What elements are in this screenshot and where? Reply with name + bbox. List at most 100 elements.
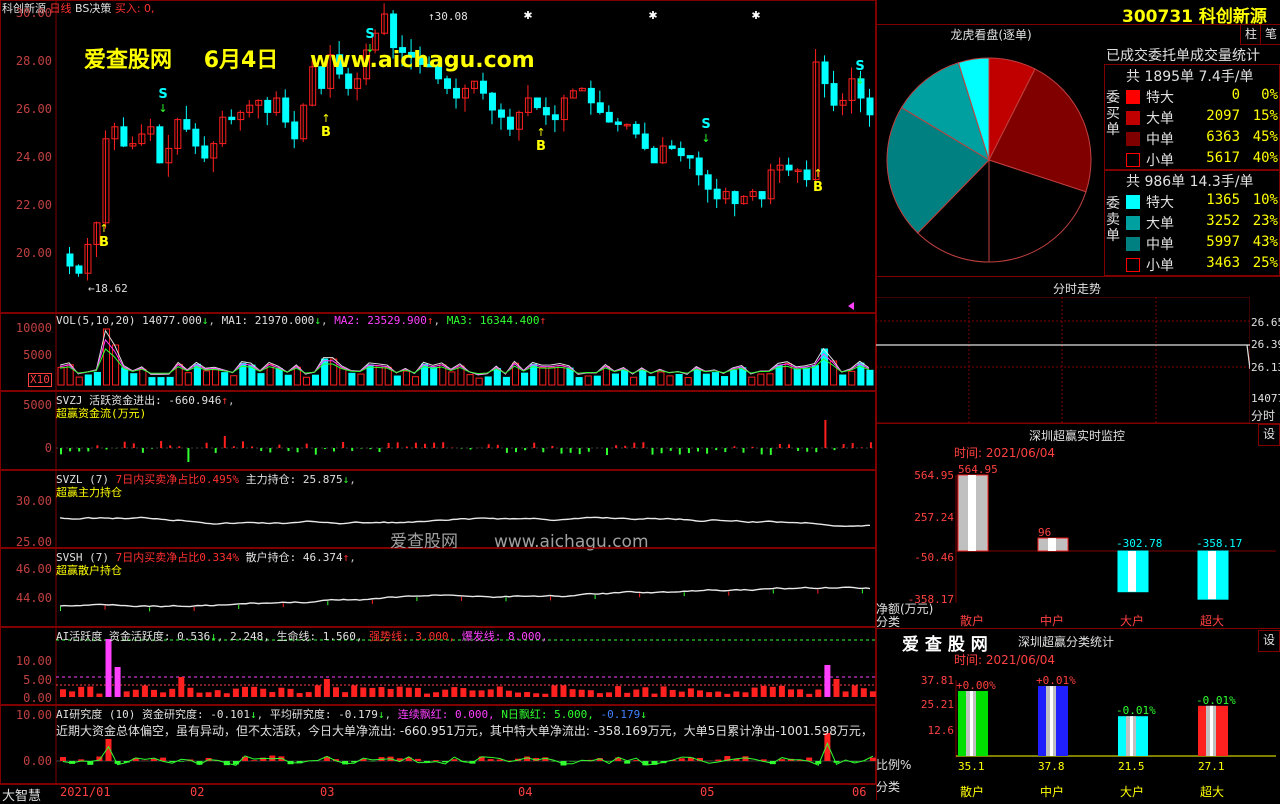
- svzj-bar: [633, 443, 635, 448]
- buy-arrow: ↑: [536, 126, 545, 139]
- buy-row: 中单 6363 45%: [1120, 128, 1280, 149]
- buy-signal: B: [813, 180, 823, 195]
- stat-bar-value: 21.5: [1118, 760, 1145, 773]
- stat-bar-delta: +0.00%: [956, 679, 996, 692]
- air-bar: [679, 758, 685, 761]
- aia-bar: [624, 693, 630, 697]
- aia-bar: [770, 687, 776, 697]
- aia-bar: [542, 694, 548, 697]
- buy-arrow: ↑: [813, 167, 822, 180]
- legend-name: 中单: [1146, 129, 1174, 149]
- svzj-bar: [506, 448, 508, 453]
- monitor-chart: 564.95257.24-50.46-358.17564.95散户96中户-30…: [876, 455, 1280, 628]
- svzj-bar: [515, 448, 517, 452]
- period-label[interactable]: 日线: [50, 2, 72, 15]
- legend-name: 小单: [1146, 150, 1174, 170]
- volume-bar: [467, 375, 473, 385]
- count-mode-button[interactable]: 笔: [1260, 24, 1280, 45]
- volume-bar: [712, 373, 718, 385]
- aia-bar: [606, 692, 612, 697]
- volume-bar: [794, 369, 800, 385]
- indicator-tick: [773, 590, 774, 594]
- legend-pct: 0%: [1240, 87, 1278, 103]
- svzj-bar: [706, 448, 708, 454]
- svzj-bar: [615, 445, 617, 448]
- buy-row: 大单 2097 15%: [1120, 107, 1280, 128]
- candle-body: [292, 122, 298, 139]
- candle-body: [606, 112, 612, 122]
- volume-bar: [358, 374, 364, 385]
- svzj-bar: [588, 448, 590, 452]
- svzj-bar: [87, 448, 89, 451]
- svzj-bar: [215, 448, 217, 453]
- volume-bar: [485, 377, 491, 385]
- stat-bar-name: 散户: [960, 784, 984, 799]
- svzj-bar: [661, 448, 663, 453]
- volume-bar: [585, 376, 591, 385]
- strategy-label: BS决策: [75, 2, 111, 15]
- aia-bar: [415, 688, 421, 697]
- legend-swatch: [1126, 237, 1140, 251]
- star-marker: ✱: [648, 9, 657, 22]
- aia-bar: [224, 693, 230, 697]
- aia-bar: [661, 686, 667, 697]
- volume-bar: [85, 375, 91, 385]
- svzj-bar: [551, 446, 553, 448]
- indicator-line: [60, 587, 870, 607]
- aia-bar: [470, 690, 476, 697]
- ai-active-legend: AI活跃度 资金活跃度: 0.536↓, 2.248, 生命线: 1.560, …: [56, 628, 548, 644]
- aia-bar: [670, 690, 676, 697]
- candle-body: [76, 266, 82, 273]
- svzj-bar: [424, 444, 426, 448]
- sell-signal: S: [701, 117, 710, 132]
- monitor-settings-button[interactable]: 设: [1258, 424, 1280, 446]
- aia-bar: [206, 692, 212, 697]
- svzj-bar: [624, 446, 626, 448]
- vol-axis-5000: 5000: [0, 348, 52, 362]
- volume-ma-line: [60, 349, 869, 374]
- stat-bar-shine: [1130, 716, 1133, 756]
- aia-bar: [688, 688, 694, 697]
- svzj-bar: [151, 448, 153, 449]
- svzj-bar: [324, 448, 326, 449]
- aia-bar: [269, 692, 275, 697]
- svzj-bar: [561, 448, 563, 454]
- candle-body: [229, 117, 235, 119]
- candle-body: [597, 103, 603, 113]
- sell-arrow: ↓: [701, 132, 710, 145]
- aia-bar: [652, 694, 658, 697]
- aia-bar: [351, 685, 357, 697]
- volume-bar: [158, 378, 164, 385]
- svzj-bar: [824, 420, 826, 448]
- stat-bar-name: 超大: [1200, 784, 1224, 799]
- svzj-bar: [715, 448, 717, 450]
- svsh-subtitle: 超赢散户持仓: [56, 562, 122, 578]
- legend-pct: 40%: [1240, 150, 1278, 166]
- volume-bar: [558, 366, 564, 385]
- price-tick: 26.00: [0, 102, 52, 116]
- aia-bar: [533, 693, 539, 697]
- stat-settings-button[interactable]: 设: [1258, 630, 1280, 652]
- buy-row: 特大 0 0%: [1120, 86, 1280, 107]
- aia-bar: [397, 687, 403, 697]
- x-tick-05: 05: [700, 785, 714, 799]
- bar-mode-button[interactable]: 柱: [1240, 24, 1262, 45]
- monitor-bar: [1198, 551, 1228, 599]
- legend-name: 特大: [1146, 87, 1174, 107]
- legend-swatch: [1126, 153, 1140, 167]
- aia-axis-10: 10.00: [0, 654, 52, 668]
- price-tick: 30.00: [0, 6, 52, 20]
- stat-bar-shine: [1050, 686, 1053, 756]
- svzj-bar: [224, 436, 226, 448]
- stat-axis-tick: 37.81: [921, 674, 954, 687]
- intraday-chart[interactable]: [876, 297, 1250, 423]
- aia-bar: [242, 687, 248, 697]
- svzj-bar: [142, 448, 144, 453]
- svzj-bar: [470, 448, 472, 450]
- volume-bar: [449, 372, 455, 385]
- legend-count: 5997: [1190, 234, 1240, 250]
- stat-bar-value: 35.1: [958, 760, 985, 773]
- volume-bar: [640, 370, 646, 385]
- aia-bar: [406, 688, 412, 697]
- volume-bar: [258, 374, 264, 385]
